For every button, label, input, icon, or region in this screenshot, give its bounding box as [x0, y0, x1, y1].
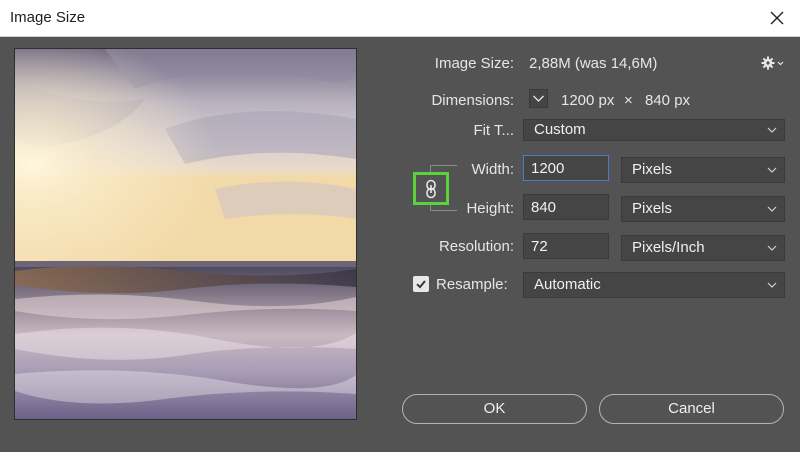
chevron-down-icon	[533, 95, 544, 102]
image-size-label: Image Size:	[434, 55, 514, 72]
cancel-button[interactable]: Cancel	[599, 394, 784, 424]
dimensions-width: 1200 px	[561, 92, 615, 109]
width-unit-value: Pixels	[632, 161, 673, 178]
resample-value: Automatic	[534, 276, 601, 293]
chevron-down-icon	[767, 206, 777, 212]
fit-to-label: Fit T...	[473, 122, 514, 139]
resample-select[interactable]: Automatic	[523, 272, 785, 298]
resolution-unit-value: Pixels/Inch	[632, 239, 705, 256]
checkmark-icon	[416, 280, 426, 289]
close-button[interactable]	[754, 0, 800, 36]
width-input[interactable]	[523, 155, 609, 181]
image-preview[interactable]	[14, 48, 357, 420]
close-icon	[770, 11, 784, 25]
chain-link-icon	[426, 179, 436, 198]
gear-icon	[761, 56, 784, 70]
title-bar: Image Size	[0, 0, 800, 37]
height-unit-value: Pixels	[632, 200, 673, 217]
dimensions-dropdown[interactable]	[529, 89, 548, 108]
ok-button[interactable]: OK	[402, 394, 587, 424]
resample-label: Resample:	[436, 276, 508, 293]
chevron-down-icon	[767, 127, 777, 133]
width-label: Width:	[471, 161, 514, 178]
width-unit-select[interactable]: Pixels	[621, 157, 785, 183]
height-unit-select[interactable]: Pixels	[621, 196, 785, 222]
dimensions-times: ×	[624, 92, 633, 109]
fit-to-select[interactable]: Custom	[523, 119, 785, 141]
window-title: Image Size	[10, 9, 86, 26]
chevron-down-icon	[767, 282, 777, 288]
resolution-unit-select[interactable]: Pixels/Inch	[621, 235, 785, 261]
chevron-down-icon	[767, 245, 777, 251]
chevron-down-icon	[767, 167, 777, 173]
fit-to-value: Custom	[534, 121, 586, 138]
settings-button[interactable]	[761, 55, 785, 71]
height-label: Height:	[466, 200, 514, 217]
resample-checkbox[interactable]	[413, 276, 429, 292]
dimensions-label: Dimensions:	[431, 92, 514, 109]
image-size-value: 2,88M (was 14,6M)	[529, 55, 658, 72]
height-input[interactable]	[523, 194, 609, 220]
resolution-input[interactable]	[523, 233, 609, 259]
resolution-label: Resolution:	[438, 238, 514, 255]
dimensions-height: 840 px	[645, 92, 691, 109]
